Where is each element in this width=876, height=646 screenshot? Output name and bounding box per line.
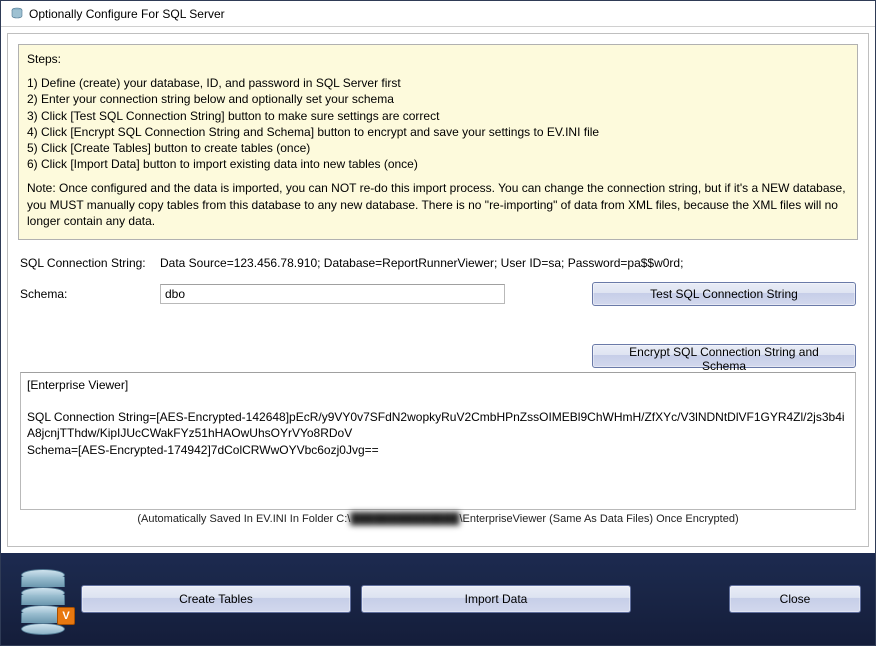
saved-note-blurred-path: ██████████████ [350,513,459,525]
schema-input[interactable] [160,284,505,304]
form-area: SQL Connection String: Schema: Test SQL … [18,248,858,531]
create-tables-button[interactable]: Create Tables [81,585,351,613]
db-badge-icon: V [57,607,75,625]
steps-box: Steps: 1) Define (create) your database,… [18,44,858,240]
step-line: 1) Define (create) your database, ID, an… [27,75,849,91]
saved-note-prefix: (Automatically Saved In EV.INI In Folder… [137,513,350,525]
sql-connection-input[interactable] [160,254,856,272]
encrypt-button[interactable]: Encrypt SQL Connection String and Schema [592,344,856,368]
database-icon: V [15,567,71,631]
log-textarea[interactable]: [Enterprise Viewer] SQL Connection Strin… [20,372,856,510]
content-panel: Steps: 1) Define (create) your database,… [7,33,869,547]
window: Optionally Configure For SQL Server Step… [0,0,876,646]
close-button[interactable]: Close [729,585,861,613]
footer-bar: V Create Tables Import Data Close [1,553,875,645]
window-title: Optionally Configure For SQL Server [29,7,225,21]
app-icon [9,6,25,22]
conn-label: SQL Connection String: [20,256,150,270]
step-line: 2) Enter your connection string below an… [27,91,849,107]
saved-note: (Automatically Saved In EV.INI In Folder… [20,513,856,525]
steps-heading: Steps: [27,51,849,67]
step-line: 3) Click [Test SQL Connection String] bu… [27,108,849,124]
schema-row: Schema: Test SQL Connection String [20,282,856,306]
saved-note-suffix: \EnterpriseViewer (Same As Data Files) O… [459,513,738,525]
schema-label: Schema: [20,287,150,301]
titlebar: Optionally Configure For SQL Server [1,1,875,27]
import-data-button[interactable]: Import Data [361,585,631,613]
step-line: 5) Click [Create Tables] button to creat… [27,140,849,156]
step-line: 6) Click [Import Data] button to import … [27,156,849,172]
step-line: 4) Click [Encrypt SQL Connection String … [27,124,849,140]
conn-row: SQL Connection String: [20,254,856,272]
encrypt-row: Encrypt SQL Connection String and Schema [20,344,856,368]
steps-note: Note: Once configured and the data is im… [27,180,849,229]
test-connection-button[interactable]: Test SQL Connection String [592,282,856,306]
